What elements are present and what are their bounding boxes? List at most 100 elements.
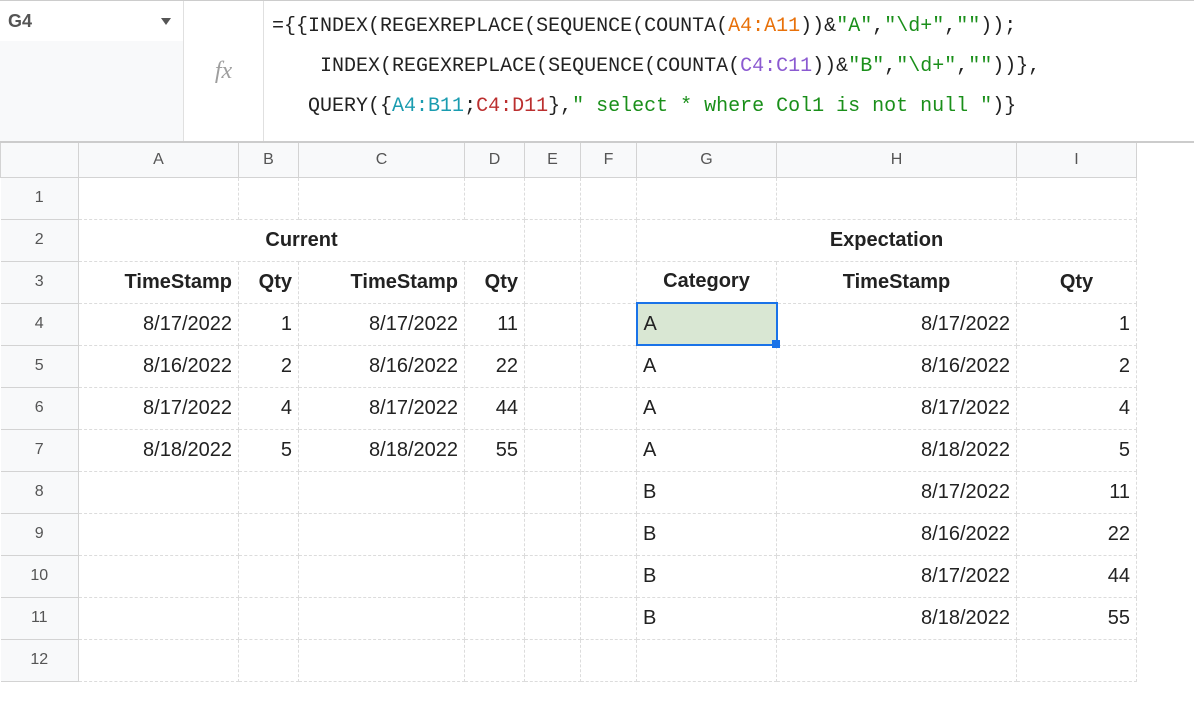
cell[interactable] — [239, 471, 299, 513]
cell[interactable] — [581, 177, 637, 219]
cell[interactable] — [525, 345, 581, 387]
cell[interactable] — [239, 597, 299, 639]
cell[interactable] — [581, 387, 637, 429]
column-header[interactable]: F — [581, 143, 637, 177]
cell[interactable] — [525, 429, 581, 471]
cell[interactable]: A — [637, 429, 777, 471]
row-header[interactable]: 12 — [1, 639, 79, 681]
cell[interactable] — [79, 639, 239, 681]
cell[interactable] — [239, 177, 299, 219]
cell[interactable]: 8/18/2022 — [79, 429, 239, 471]
cell[interactable] — [79, 177, 239, 219]
row-header[interactable]: 3 — [1, 261, 79, 303]
cell[interactable] — [581, 639, 637, 681]
cell[interactable]: 4 — [239, 387, 299, 429]
cell[interactable]: 8/18/2022 — [777, 429, 1017, 471]
cell[interactable]: 8/17/2022 — [777, 303, 1017, 345]
cell[interactable]: Qty — [465, 261, 525, 303]
column-header[interactable]: A — [79, 143, 239, 177]
cell[interactable] — [581, 261, 637, 303]
row-header[interactable]: 4 — [1, 303, 79, 345]
cell[interactable]: Qty — [239, 261, 299, 303]
cell[interactable]: B — [637, 555, 777, 597]
cell[interactable]: 8/17/2022 — [777, 555, 1017, 597]
cell[interactable]: 8/16/2022 — [79, 345, 239, 387]
row-header[interactable]: 10 — [1, 555, 79, 597]
cell[interactable] — [637, 177, 777, 219]
row-header[interactable]: 5 — [1, 345, 79, 387]
cell[interactable]: 8/17/2022 — [299, 387, 465, 429]
cell[interactable] — [465, 513, 525, 555]
cell[interactable] — [299, 597, 465, 639]
cell[interactable] — [581, 303, 637, 345]
cell[interactable] — [79, 513, 239, 555]
cell[interactable]: 22 — [465, 345, 525, 387]
cell[interactable] — [581, 219, 637, 261]
cell[interactable]: 8/16/2022 — [777, 345, 1017, 387]
cell[interactable] — [299, 513, 465, 555]
cell[interactable]: 2 — [239, 345, 299, 387]
column-header[interactable]: I — [1017, 143, 1137, 177]
cell[interactable] — [239, 555, 299, 597]
cell[interactable]: 8/17/2022 — [299, 303, 465, 345]
cell[interactable]: 2 — [1017, 345, 1137, 387]
cell[interactable] — [1017, 177, 1137, 219]
column-header[interactable]: D — [465, 143, 525, 177]
cell[interactable] — [525, 639, 581, 681]
cell[interactable] — [525, 177, 581, 219]
cell[interactable] — [239, 513, 299, 555]
cell[interactable]: B — [637, 471, 777, 513]
cell[interactable] — [465, 639, 525, 681]
cell[interactable]: 1 — [239, 303, 299, 345]
cell[interactable]: A — [637, 387, 777, 429]
cell[interactable] — [581, 513, 637, 555]
cell[interactable]: A — [637, 345, 777, 387]
row-header[interactable]: 11 — [1, 597, 79, 639]
row-header[interactable]: 2 — [1, 219, 79, 261]
cell[interactable]: 44 — [1017, 555, 1137, 597]
cell[interactable]: 8/16/2022 — [299, 345, 465, 387]
cell[interactable]: 55 — [465, 429, 525, 471]
name-box[interactable]: G4 — [0, 1, 184, 41]
cell[interactable] — [465, 471, 525, 513]
cell[interactable]: 8/16/2022 — [777, 513, 1017, 555]
cell[interactable]: 8/18/2022 — [299, 429, 465, 471]
cell[interactable]: 5 — [239, 429, 299, 471]
cell[interactable] — [525, 513, 581, 555]
cell[interactable] — [525, 597, 581, 639]
cell[interactable] — [299, 471, 465, 513]
cell[interactable]: 8/17/2022 — [777, 387, 1017, 429]
cell[interactable] — [637, 639, 777, 681]
cell[interactable]: B — [637, 597, 777, 639]
column-header[interactable]: B — [239, 143, 299, 177]
cell[interactable] — [525, 219, 581, 261]
cell[interactable]: 8/18/2022 — [777, 597, 1017, 639]
row-header[interactable]: 9 — [1, 513, 79, 555]
cell[interactable] — [1017, 639, 1137, 681]
row-header[interactable]: 8 — [1, 471, 79, 513]
spreadsheet-grid[interactable]: ABCDEFGHI12CurrentExpectation3TimeStampQ… — [0, 142, 1194, 712]
select-all-corner[interactable] — [1, 143, 79, 177]
cell[interactable]: TimeStamp — [299, 261, 465, 303]
cell[interactable] — [581, 597, 637, 639]
cell[interactable]: 11 — [1017, 471, 1137, 513]
cell[interactable]: 22 — [1017, 513, 1137, 555]
row-header[interactable]: 6 — [1, 387, 79, 429]
cell[interactable]: 44 — [465, 387, 525, 429]
cell[interactable] — [79, 555, 239, 597]
column-header[interactable]: G — [637, 143, 777, 177]
cell[interactable] — [581, 555, 637, 597]
cell[interactable] — [465, 597, 525, 639]
cell[interactable]: 8/17/2022 — [777, 471, 1017, 513]
cell[interactable]: 11 — [465, 303, 525, 345]
cell[interactable] — [465, 555, 525, 597]
cell[interactable]: 8/17/2022 — [79, 387, 239, 429]
column-header[interactable]: C — [299, 143, 465, 177]
cell[interactable] — [525, 261, 581, 303]
cell[interactable] — [777, 639, 1017, 681]
cell[interactable] — [581, 345, 637, 387]
cell[interactable] — [299, 177, 465, 219]
cell[interactable] — [581, 471, 637, 513]
cell[interactable]: TimeStamp — [79, 261, 239, 303]
cell[interactable]: 1 — [1017, 303, 1137, 345]
